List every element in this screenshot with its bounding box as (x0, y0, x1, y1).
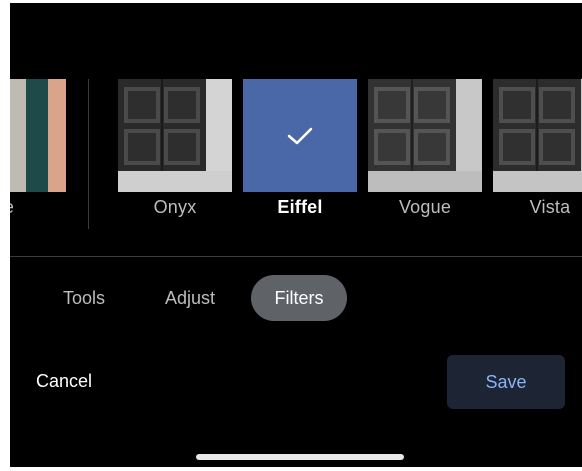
filter-item-vogue[interactable]: Vogue (368, 79, 482, 229)
cancel-button[interactable]: Cancel (36, 361, 92, 401)
filter-label-selected: Eiffel (277, 197, 323, 217)
filter-strip-divider (88, 79, 89, 229)
filter-strip[interactable]: e (10, 79, 582, 229)
filter-thumbnail[interactable] (493, 79, 582, 192)
filter-label: e (10, 197, 66, 218)
filter-item-vista[interactable]: Vista (493, 79, 582, 229)
save-button[interactable]: Save (447, 355, 565, 409)
editor-tabs: Tools Adjust Filters (10, 275, 582, 323)
tab-adjust[interactable]: Adjust (148, 275, 232, 321)
filter-label: Onyx (153, 197, 197, 217)
tab-filters[interactable]: Filters (251, 275, 347, 321)
filter-item-eiffel[interactable]: Eiffel (243, 79, 357, 229)
filter-label: Vogue (398, 197, 452, 217)
tab-tools[interactable]: Tools (46, 275, 122, 321)
filter-item-onyx[interactable]: Onyx (118, 79, 232, 229)
filter-label: Vista (529, 197, 571, 217)
check-icon (287, 127, 313, 144)
filter-item-partial[interactable]: e (10, 79, 66, 229)
photo-editor-screen: e (10, 3, 582, 467)
filter-thumbnail[interactable] (368, 79, 482, 192)
filter-thumbnail[interactable] (118, 79, 232, 192)
home-indicator[interactable] (196, 454, 404, 460)
section-divider (10, 256, 582, 257)
filter-thumbnail-selected[interactable] (243, 79, 357, 192)
filter-thumbnail[interactable] (10, 79, 66, 192)
